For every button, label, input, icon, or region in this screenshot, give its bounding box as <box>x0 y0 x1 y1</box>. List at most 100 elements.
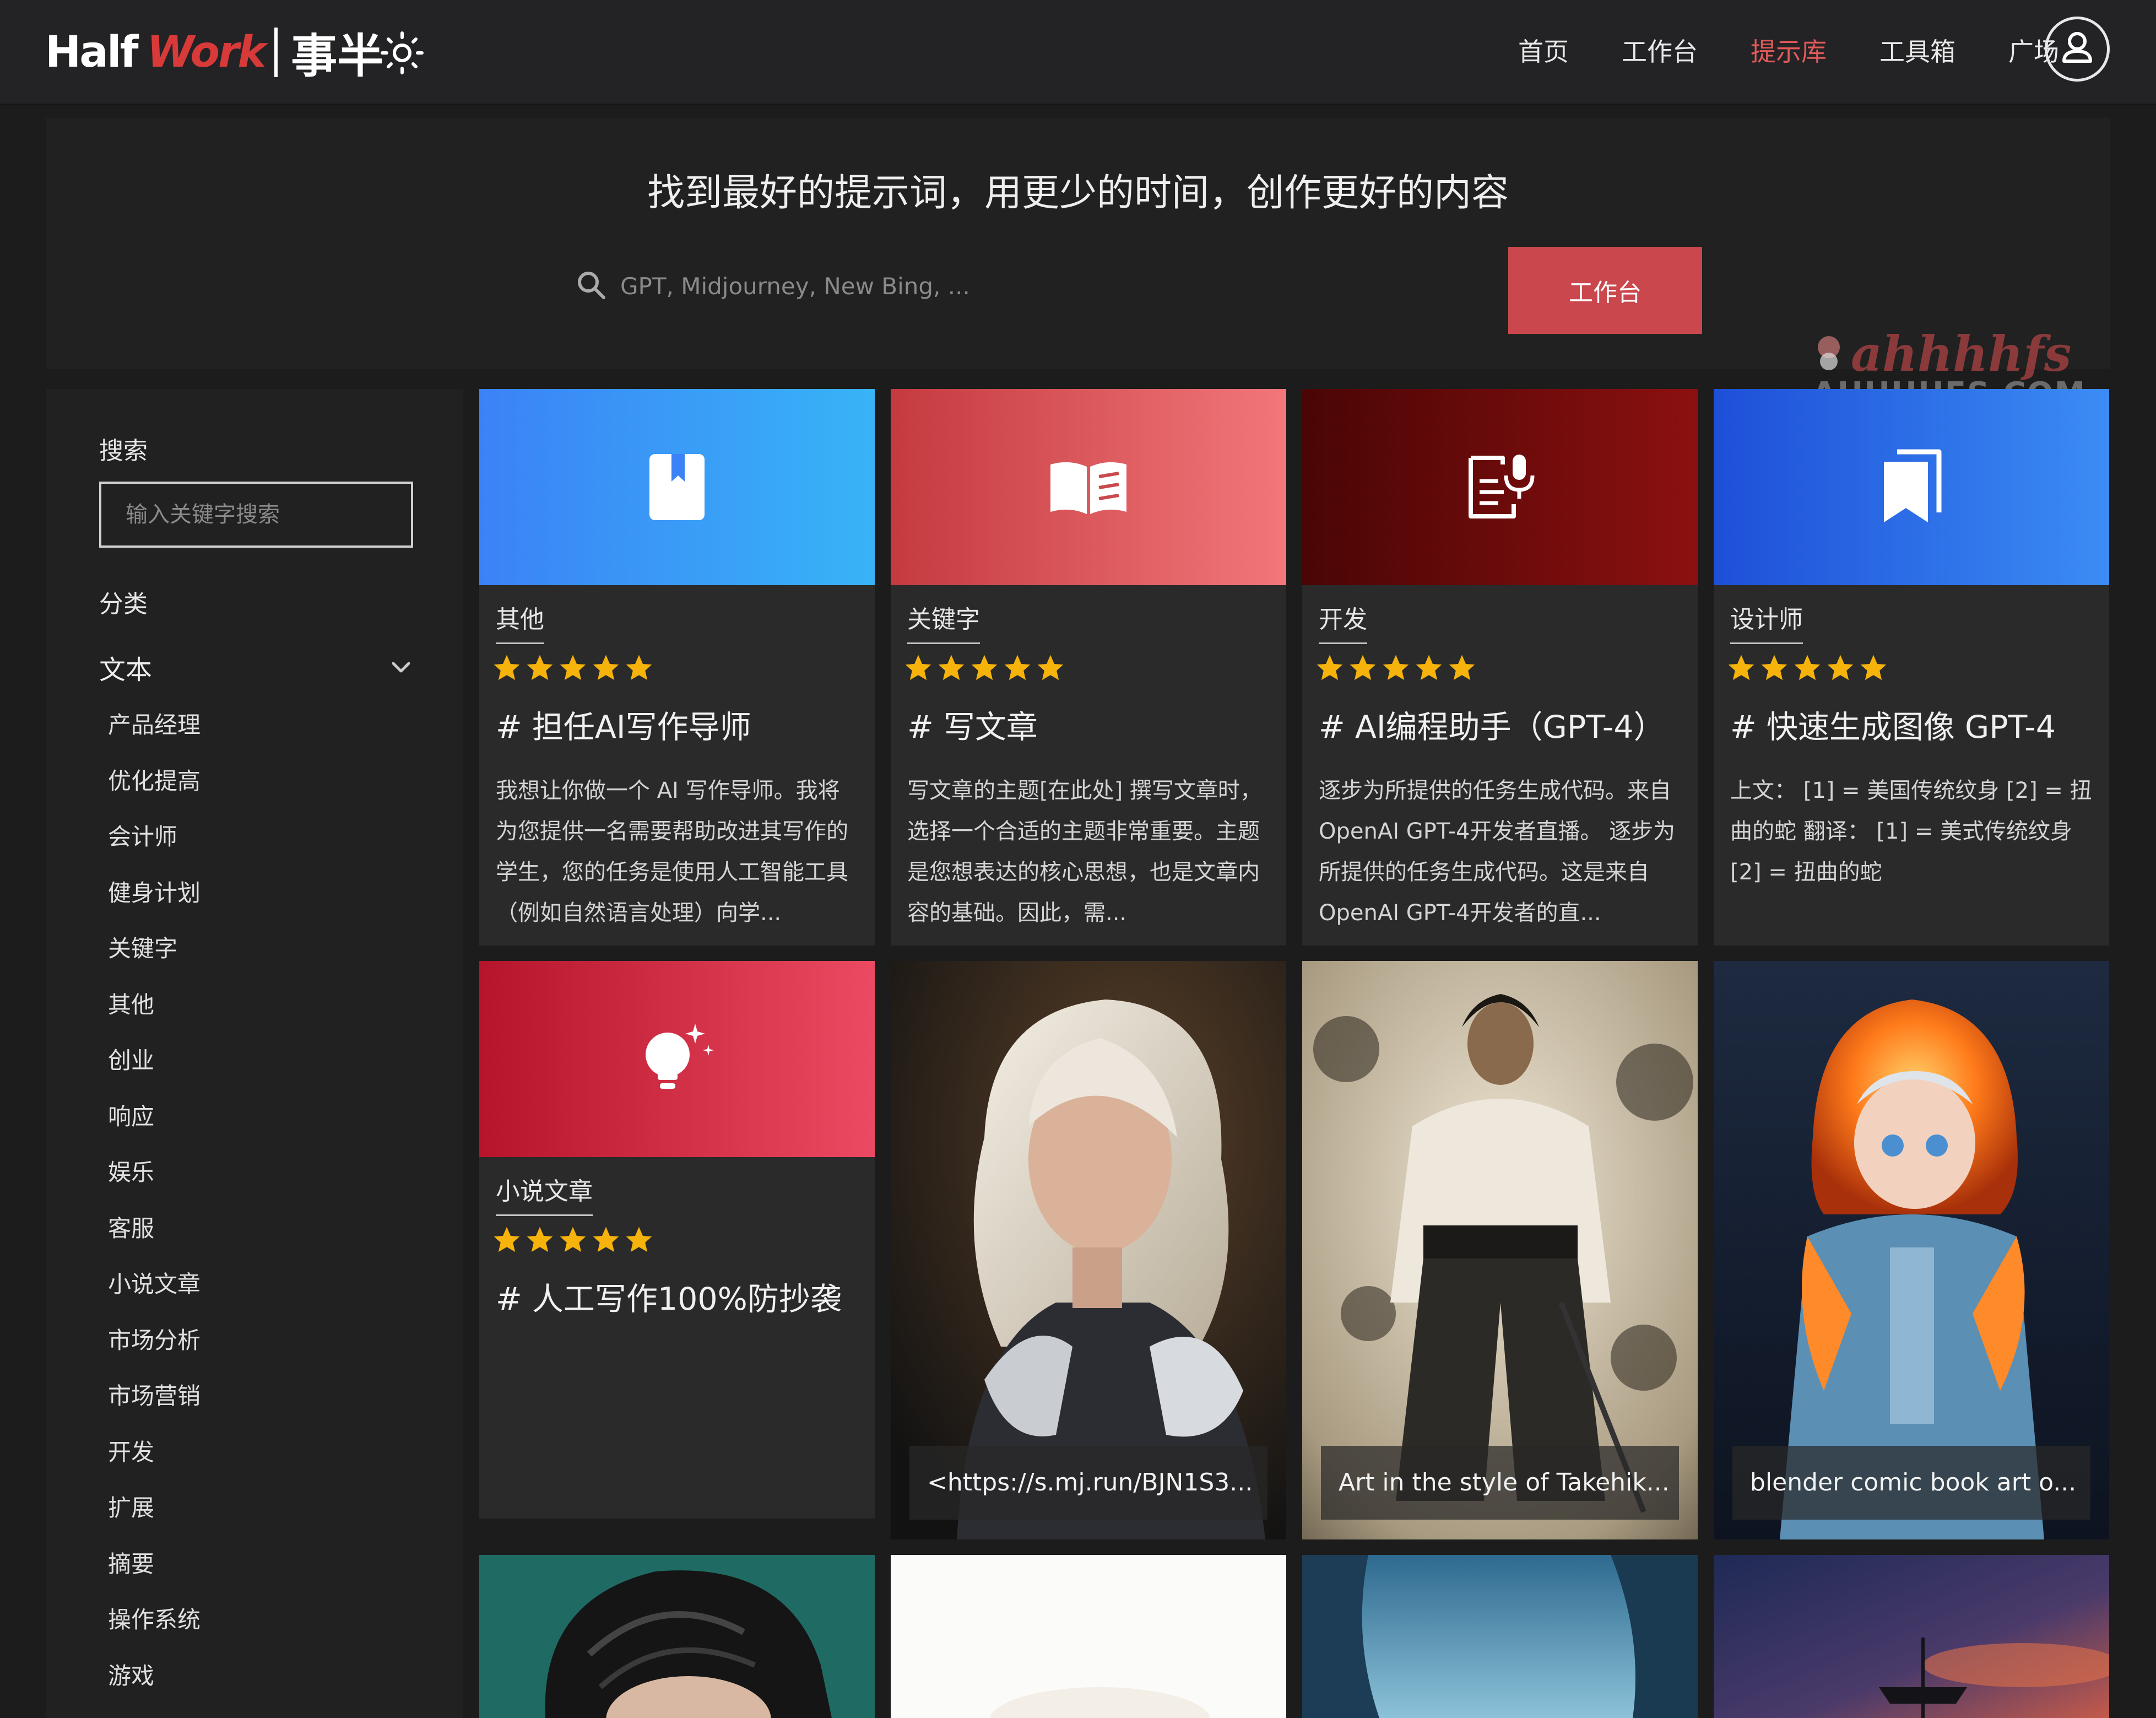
document-mic-icon <box>1469 455 1535 518</box>
nav-prompt-library[interactable]: 提示库 <box>1751 31 1827 73</box>
category-item[interactable]: 关键字 <box>108 932 201 988</box>
category-item[interactable]: 摘要 <box>108 1548 201 1604</box>
card-description: 我想让你做一个 AI 写作导师。我将为您提供一名需要帮助改进其写作的学生，您的任… <box>496 778 848 926</box>
image-caption: blender comic book art o... <box>1732 1446 2090 1520</box>
card-title: # 人工写作100%防抄袭 <box>496 1281 842 1317</box>
prompt-card[interactable]: 开发 # AI编程助手（GPT-4） 逐步为所提供的任务生成代码。来自OpenA… <box>1302 389 1698 946</box>
star-icon <box>494 1227 520 1252</box>
category-item[interactable]: 市场分析 <box>108 1324 201 1380</box>
star-icon <box>1449 655 1475 680</box>
prompt-card[interactable]: 设计师 # 快速生成图像 GPT-4 上文： [1] = 美国传统纹身 [2] … <box>1714 389 2109 946</box>
nav-home[interactable]: 首页 <box>1518 31 1569 73</box>
hero-search-box[interactable] <box>542 248 1512 323</box>
image-card[interactable]: Art in the style of Takehik... <box>1302 961 1698 1539</box>
category-item[interactable]: 娱乐 <box>108 1156 201 1212</box>
hero-search-input[interactable] <box>619 262 1448 310</box>
star-icon <box>560 1227 586 1252</box>
image-card[interactable]: blender comic book art o... <box>1714 961 2109 1539</box>
category-item[interactable]: 其他 <box>108 988 201 1045</box>
image-card[interactable] <box>479 1555 875 1718</box>
logo[interactable]: Half Work 事半 <box>45 22 383 83</box>
category-item[interactable]: 小说文章 <box>108 1268 201 1324</box>
category-item[interactable]: 产品经理 <box>108 709 201 765</box>
card-banner <box>891 389 1286 585</box>
image-card[interactable] <box>1302 1555 1698 1718</box>
bookmarks-icon <box>1884 449 1942 522</box>
card-tag[interactable]: 其他 <box>496 599 544 644</box>
lightbulb-icon <box>646 1024 714 1089</box>
star-icon <box>1728 655 1754 680</box>
bookmark-icon <box>649 454 705 520</box>
image-caption: <https://s.mj.run/BJN1S3... <box>909 1446 1267 1520</box>
category-label: 分类 <box>99 590 148 618</box>
rating-stars <box>1726 652 1889 683</box>
card-tag[interactable]: 开发 <box>1319 599 1367 644</box>
star-icon <box>1761 655 1787 680</box>
category-item[interactable]: 市场营销 <box>108 1380 201 1436</box>
card-description: 逐步为所提供的任务生成代码。来自OpenAI GPT-4开发者直播。 逐步为所提… <box>1319 778 1676 926</box>
image-card[interactable] <box>891 1555 1286 1718</box>
nav-toolbox[interactable]: 工具箱 <box>1879 31 1955 73</box>
card-tag[interactable]: 小说文章 <box>496 1171 593 1216</box>
category-select[interactable]: 文本 <box>99 648 413 687</box>
rating-stars <box>903 652 1066 683</box>
star-icon <box>626 1227 652 1252</box>
workbench-button[interactable]: 工作台 <box>1508 247 1702 334</box>
rating-stars <box>491 652 654 683</box>
star-icon <box>971 655 998 680</box>
keyword-search-input[interactable] <box>99 482 413 548</box>
star-icon <box>527 655 553 680</box>
logo-chinese: 事半 <box>291 29 384 83</box>
star-icon <box>1317 655 1343 680</box>
category-item[interactable]: 优化提高 <box>108 765 201 821</box>
open-book-icon <box>1050 462 1126 514</box>
image-card[interactable] <box>1714 1555 2109 1718</box>
star-icon <box>527 1227 553 1252</box>
star-icon <box>494 655 520 680</box>
main-nav: 首页 工作台 提示库 工具箱 广场 <box>1465 31 2059 73</box>
user-avatar-button[interactable] <box>2045 17 2110 82</box>
blue-cave-image <box>1302 1555 1698 1718</box>
prompt-card[interactable]: 小说文章 # 人工写作100%防抄袭 <box>479 961 875 1519</box>
card-tag[interactable]: 设计师 <box>1730 599 1803 644</box>
category-item[interactable]: 健身计划 <box>108 877 201 933</box>
category-item[interactable]: 游戏 <box>108 1660 201 1716</box>
category-item[interactable]: 扩展 <box>108 1492 201 1548</box>
star-icon <box>593 655 619 680</box>
sun-icon[interactable] <box>379 30 425 76</box>
category-item[interactable]: 创业 <box>108 1044 201 1100</box>
category-list: 产品经理 优化提高 会计师 健身计划 关键字 其他 创业 响应 娱乐 客服 小说… <box>108 709 201 1715</box>
star-icon <box>1004 655 1031 680</box>
category-selected: 文本 <box>99 655 153 685</box>
category-item[interactable]: 会计师 <box>108 820 201 877</box>
category-item[interactable]: 响应 <box>108 1100 201 1157</box>
rating-stars <box>491 1224 654 1255</box>
card-title: # 担任AI写作导师 <box>496 709 751 745</box>
card-tag[interactable]: 关键字 <box>907 599 980 644</box>
category-item[interactable]: 开发 <box>108 1436 201 1492</box>
star-icon <box>905 655 931 680</box>
star-icon <box>1383 655 1409 680</box>
nav-workbench[interactable]: 工作台 <box>1622 31 1698 73</box>
image-caption: Art in the style of Takehik... <box>1321 1446 1679 1520</box>
star-icon <box>626 655 652 680</box>
category-item[interactable]: 操作系统 <box>108 1603 201 1660</box>
chevron-down-icon <box>392 662 410 673</box>
prompt-card[interactable]: 其他 # 担任AI写作导师 我想让你做一个 AI 写作导师。我将为您提供一名需要… <box>479 389 875 946</box>
prompt-card[interactable]: 关键字 # 写文章 写文章的主题[在此处] 撰写文章时，选择一个合适的主题非常重… <box>891 389 1286 946</box>
category-item[interactable]: 客服 <box>108 1212 201 1268</box>
logo-half: Half <box>45 28 139 77</box>
top-header: Half Work 事半 首页 工作台 提示库 工具箱 广场 <box>0 0 2156 105</box>
star-icon <box>1037 655 1064 680</box>
search-icon <box>578 272 605 299</box>
filter-sidebar: 搜索 分类 文本 产品经理 优化提高 会计师 健身计划 关键字 其他 创业 响应… <box>46 389 463 1718</box>
card-title: # AI编程助手（GPT-4） <box>1319 709 1665 745</box>
search-label: 搜索 <box>99 437 148 465</box>
card-banner <box>479 389 875 585</box>
user-icon <box>2062 32 2092 63</box>
image-card[interactable]: <https://s.mj.run/BJN1S3... <box>891 961 1286 1539</box>
card-title: # 写文章 <box>907 709 1038 745</box>
watermark-text: ahhhhfs <box>1851 325 2072 382</box>
mascot-icon <box>1818 336 1840 370</box>
star-icon <box>1416 655 1442 680</box>
